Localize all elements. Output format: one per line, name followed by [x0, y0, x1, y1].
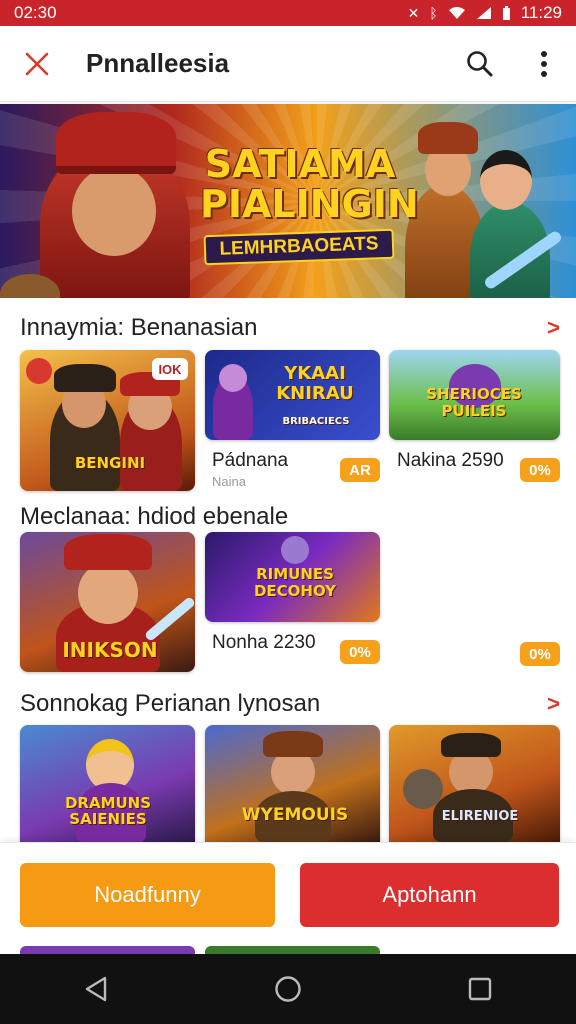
recents-square-icon — [468, 977, 492, 1001]
more-vert-icon — [541, 50, 547, 77]
tile-art-label: INIKSON — [62, 638, 158, 662]
tile-badge: AR — [340, 458, 380, 482]
primary-action-button[interactable]: Noadfunny — [20, 863, 275, 927]
section-3-title: Sonnokag Perianan lynosan — [20, 690, 321, 717]
tile-hat — [263, 731, 323, 757]
back-triangle-icon — [85, 976, 107, 1002]
signal-icon — [476, 7, 491, 19]
home-circle-icon — [275, 976, 301, 1002]
section-2-extra-badge: 0% — [520, 642, 560, 666]
nav-back-button[interactable] — [66, 959, 126, 1019]
wifi-icon — [448, 7, 465, 19]
banner-hero-right-2-face — [480, 150, 532, 210]
section-2-title: Meclanaa: hdiod ebenale — [20, 503, 289, 530]
tile-art-label: ELIRENIOE — [441, 809, 519, 824]
tile-art-label: SHERIOCES PUILEIS — [426, 385, 522, 420]
secondary-action-button[interactable]: Aptohann — [300, 863, 559, 927]
section-1-header[interactable]: Innaymia: Benanasian > — [20, 312, 560, 344]
tile-art-sublabel: BRIBACIECS — [282, 416, 350, 427]
nav-recents-button[interactable] — [450, 959, 510, 1019]
tile-badge: 0% — [340, 640, 380, 664]
tile-art-label: BENGINI — [74, 454, 146, 472]
system-nav-bar — [0, 954, 576, 1024]
status-icons: ✕ ᛒ 11:29 — [408, 3, 562, 23]
nav-home-button[interactable] — [258, 959, 318, 1019]
banner-title-line2: PIALINGIN — [200, 182, 419, 226]
tile-name: Nakina 2590 — [397, 450, 504, 471]
app-screen: 02:30 ✕ ᛒ 11:29 Pnnalleesia SATIAMA PIAL… — [0, 0, 576, 1024]
game-tile[interactable]: ELIRENIOE — [389, 725, 560, 842]
close-button[interactable] — [0, 26, 74, 102]
bottom-action-bar: Noadfunny Aptohann — [0, 842, 576, 954]
app-title: Pnnalleesia — [86, 48, 230, 78]
close-icon — [25, 52, 49, 75]
section-1-title: Innaymia: Benanasian — [20, 314, 258, 341]
tile-logo-icon — [26, 358, 52, 384]
status-clock-right: 11:29 — [520, 3, 562, 22]
tile-face — [281, 536, 309, 564]
banner-title: SATIAMA PIALINGIN — [200, 142, 419, 226]
game-tile[interactable]: DRAMUNS SAIENIES — [20, 725, 195, 842]
tile-hat — [441, 733, 501, 757]
search-button[interactable] — [448, 26, 512, 102]
game-tile[interactable]: SHERIOCES PUILEIS — [389, 350, 560, 440]
hero-banner[interactable]: SATIAMA PIALINGIN LEMHRBAOEATS — [0, 104, 576, 298]
chevron-right-icon[interactable]: > — [547, 691, 560, 717]
game-tile[interactable]: INIKSON — [20, 532, 195, 672]
tile-corner-badge: IOK — [152, 358, 188, 380]
status-time: 02:30 — [14, 3, 57, 22]
banner-hero-right-1-hat — [418, 122, 478, 154]
tile-name: Pádnana — [212, 450, 289, 471]
banner-hero-left-hat — [56, 112, 176, 174]
tile-hat — [64, 534, 152, 570]
app-bar: Pnnalleesia — [0, 26, 576, 102]
tile-cannon — [403, 769, 443, 809]
section-3-header[interactable]: Sonnokag Perianan lynosan > — [20, 688, 560, 720]
nfc-icon: ✕ — [407, 4, 420, 21]
tile-art-label: YKAAI KNIRAU — [276, 363, 354, 404]
bluetooth-icon: ᛒ — [429, 5, 438, 21]
game-tile[interactable]: YKAAI KNIRAU BRIBACIECS — [205, 350, 380, 440]
banner-hero-left-face — [72, 166, 156, 256]
tile-hat — [54, 364, 116, 392]
section-2-header[interactable]: Meclanaa: hdiod ebenale — [20, 502, 560, 532]
tile-name: Nonha 2230 — [212, 632, 316, 653]
game-tile[interactable]: WYEMOUIS — [205, 725, 380, 842]
chevron-right-icon[interactable]: > — [547, 315, 560, 341]
peek-tile — [205, 946, 380, 954]
tile-art-label: WYEMOUIS — [241, 805, 349, 825]
tile-face — [219, 364, 247, 392]
search-icon — [467, 50, 493, 76]
tile-subtitle: Naina — [212, 474, 246, 489]
tile-art-label: RIMUNES DECOHOY — [253, 565, 337, 600]
battery-icon — [502, 5, 510, 20]
tile-badge: 0% — [520, 458, 560, 482]
tile-art-label: DRAMUNS SAIENIES — [64, 794, 152, 828]
tile-face — [78, 562, 138, 624]
status-bar: 02:30 ✕ ᛒ 11:29 — [0, 0, 576, 26]
peek-tile — [20, 946, 195, 954]
game-tile[interactable]: RIMUNES DECOHOY — [205, 532, 380, 622]
game-tile[interactable]: IOK BENGINI — [20, 350, 195, 491]
banner-title-line1: SATIAMA — [204, 142, 396, 186]
more-options-button[interactable] — [512, 26, 576, 102]
